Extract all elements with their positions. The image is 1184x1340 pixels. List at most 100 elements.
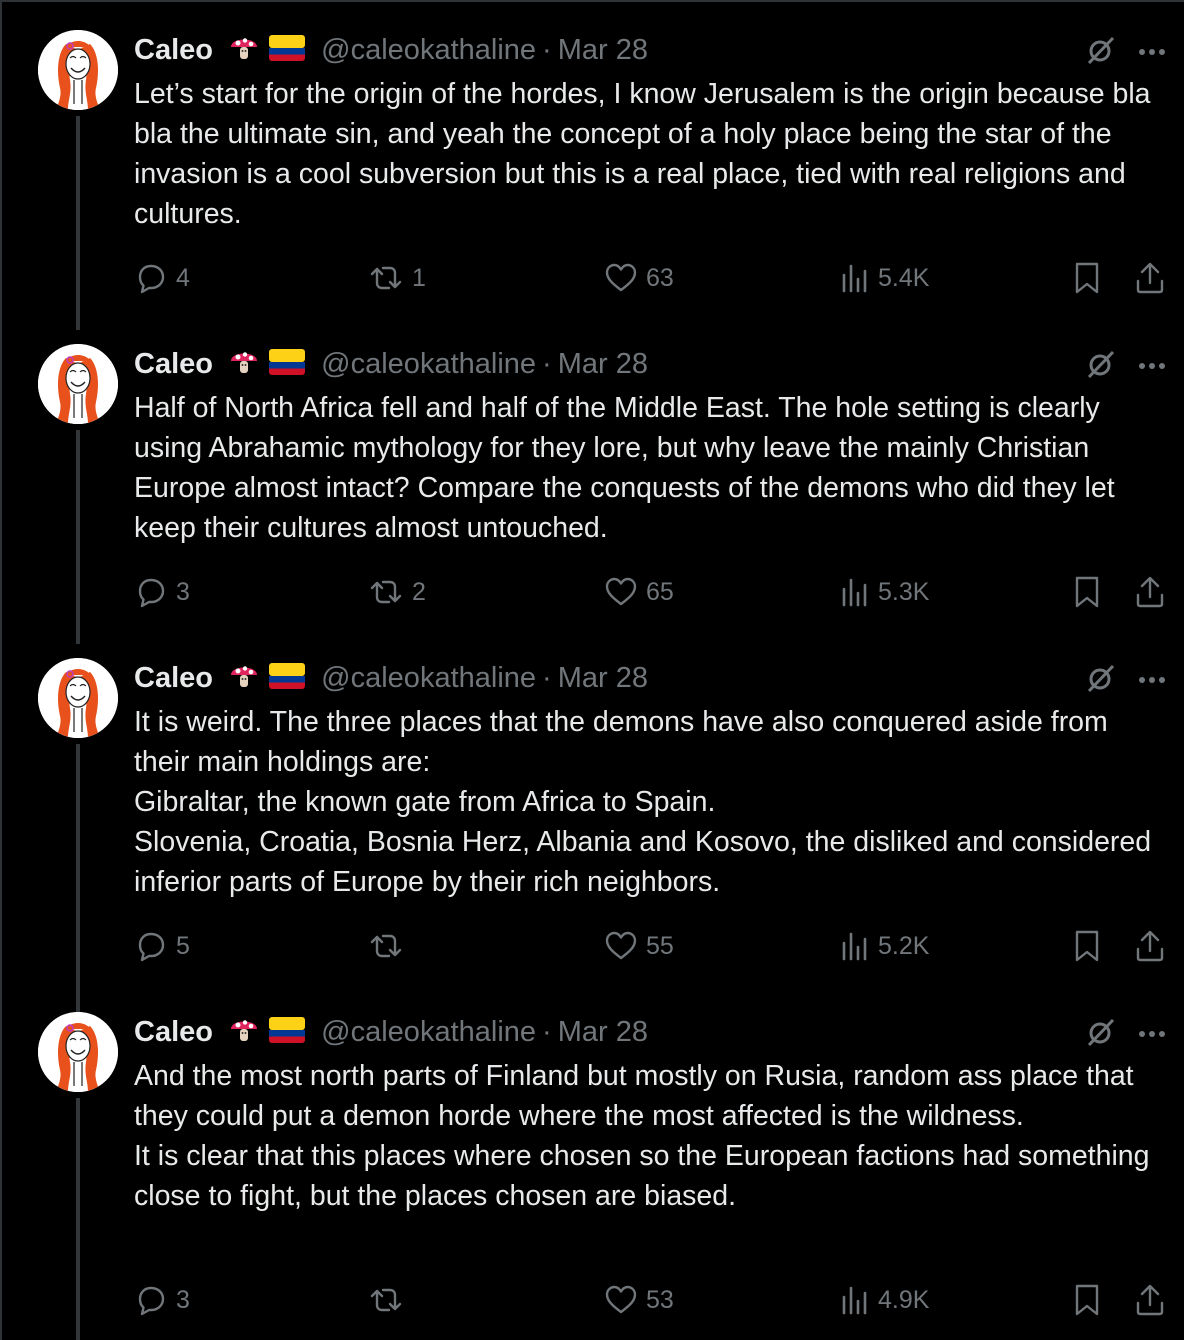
tweet-date[interactable]: Mar 28 [558,662,648,694]
reply-count: 3 [176,577,190,606]
thread-line [76,1098,80,1340]
grok-icon[interactable] [1086,35,1116,70]
avatar-illustration-icon [38,658,118,738]
more-options-icon[interactable] [1138,1025,1166,1043]
grok-icon[interactable] [1086,663,1116,698]
tweet-header: Caleo @caleokathaline · Mar 28 [134,32,648,68]
reply-button[interactable]: 5 [134,926,190,966]
separator-dot: · [542,34,552,67]
bookmark-button[interactable] [1072,1280,1102,1320]
avatar[interactable] [38,30,118,110]
reply-button[interactable]: 3 [134,1280,190,1320]
like-button[interactable]: 55 [604,926,674,966]
tweet-date[interactable]: Mar 28 [558,348,648,380]
avatar[interactable] [38,344,118,424]
share-button[interactable] [1134,258,1166,298]
more-options-icon[interactable] [1138,43,1166,61]
tweet-date[interactable]: Mar 28 [558,1016,648,1048]
views-chart-icon [840,262,870,294]
bookmark-button[interactable] [1072,258,1102,298]
user-handle[interactable]: @caleokathaline [321,34,536,66]
reply-icon [134,575,168,609]
view-count: 5.4K [878,263,930,292]
colombia-flag-emoji-icon [269,348,306,384]
tweet-date[interactable]: Mar 28 [558,34,648,66]
views-chart-icon [840,1284,870,1316]
reply-icon [134,261,168,295]
mushroom-emoji-icon [229,1014,259,1053]
views-button[interactable]: 5.2K [840,926,929,966]
like-heart-icon [604,576,638,608]
mushroom-emoji-icon [229,32,259,71]
like-button[interactable]: 63 [604,258,674,298]
tweet-header: Caleo @caleokathaline · Mar 28 [134,346,648,382]
reply-button[interactable]: 3 [134,572,190,612]
tweet-text: Let’s start for the origin of the hordes… [134,78,1151,230]
display-name[interactable]: Caleo [134,1016,213,1048]
views-button[interactable]: 4.9K [840,1280,929,1320]
repost-icon [368,575,404,609]
colombia-flag-emoji-icon [269,662,306,698]
reply-button[interactable]: 4 [134,258,190,298]
views-button[interactable]: 5.4K [840,258,929,298]
share-icon [1134,929,1166,963]
grok-icon[interactable] [1086,349,1116,384]
like-count: 63 [646,263,674,292]
separator-dot: · [542,662,552,695]
colombia-flag-emoji-icon [269,1016,306,1052]
user-handle[interactable]: @caleokathaline [321,1016,536,1048]
tweet-text: And the most north parts of Finland but … [134,1060,1150,1212]
share-button[interactable] [1134,572,1166,612]
mushroom-emoji-icon [229,346,259,385]
tweet-actions: 4 1 63 5.4K [134,258,1174,298]
share-icon [1134,575,1166,609]
reply-icon [134,1283,168,1317]
display-name[interactable]: Caleo [134,34,213,66]
header-actions [1086,348,1166,384]
avatar[interactable] [38,1012,118,1092]
user-handle[interactable]: @caleokathaline [321,348,536,380]
view-count: 4.9K [878,1285,930,1314]
thread-line [76,430,80,644]
separator-dot: · [542,348,552,381]
repost-icon [368,1283,404,1317]
like-count: 65 [646,577,674,606]
avatar-illustration-icon [38,344,118,424]
user-handle[interactable]: @caleokathaline [321,662,536,694]
repost-button[interactable] [368,1280,412,1320]
repost-count: 2 [412,577,426,606]
repost-icon [368,261,404,295]
more-options-icon[interactable] [1138,357,1166,375]
repost-button[interactable]: 1 [368,258,426,298]
reply-count: 5 [176,931,190,960]
reply-count: 4 [176,263,190,292]
separator-dot: · [542,1016,552,1049]
share-button[interactable] [1134,1280,1166,1320]
bookmark-button[interactable] [1072,572,1102,612]
reply-count: 3 [176,1285,190,1314]
repost-button[interactable] [368,926,412,966]
bookmark-button[interactable] [1072,926,1102,966]
mushroom-emoji-icon [229,660,259,699]
tweet-text: It is weird. The three places that the d… [134,706,1152,898]
more-options-icon[interactable] [1138,671,1166,689]
repost-button[interactable]: 2 [368,572,426,612]
bookmark-icon [1072,929,1102,963]
like-count: 55 [646,931,674,960]
tweet-actions: 3 53 4.9K [134,1280,1174,1320]
header-actions [1086,1016,1166,1052]
bookmark-icon [1072,575,1102,609]
share-button[interactable] [1134,926,1166,966]
grok-icon[interactable] [1086,1017,1116,1052]
like-heart-icon [604,1284,638,1316]
like-button[interactable]: 53 [604,1280,674,1320]
display-name[interactable]: Caleo [134,662,213,694]
display-name[interactable]: Caleo [134,348,213,380]
views-button[interactable]: 5.3K [840,572,929,612]
view-count: 5.3K [878,577,930,606]
like-heart-icon [604,262,638,294]
avatar[interactable] [38,658,118,738]
tweet-header: Caleo @caleokathaline · Mar 28 [134,1014,648,1050]
repost-count: 1 [412,263,426,292]
like-button[interactable]: 65 [604,572,674,612]
